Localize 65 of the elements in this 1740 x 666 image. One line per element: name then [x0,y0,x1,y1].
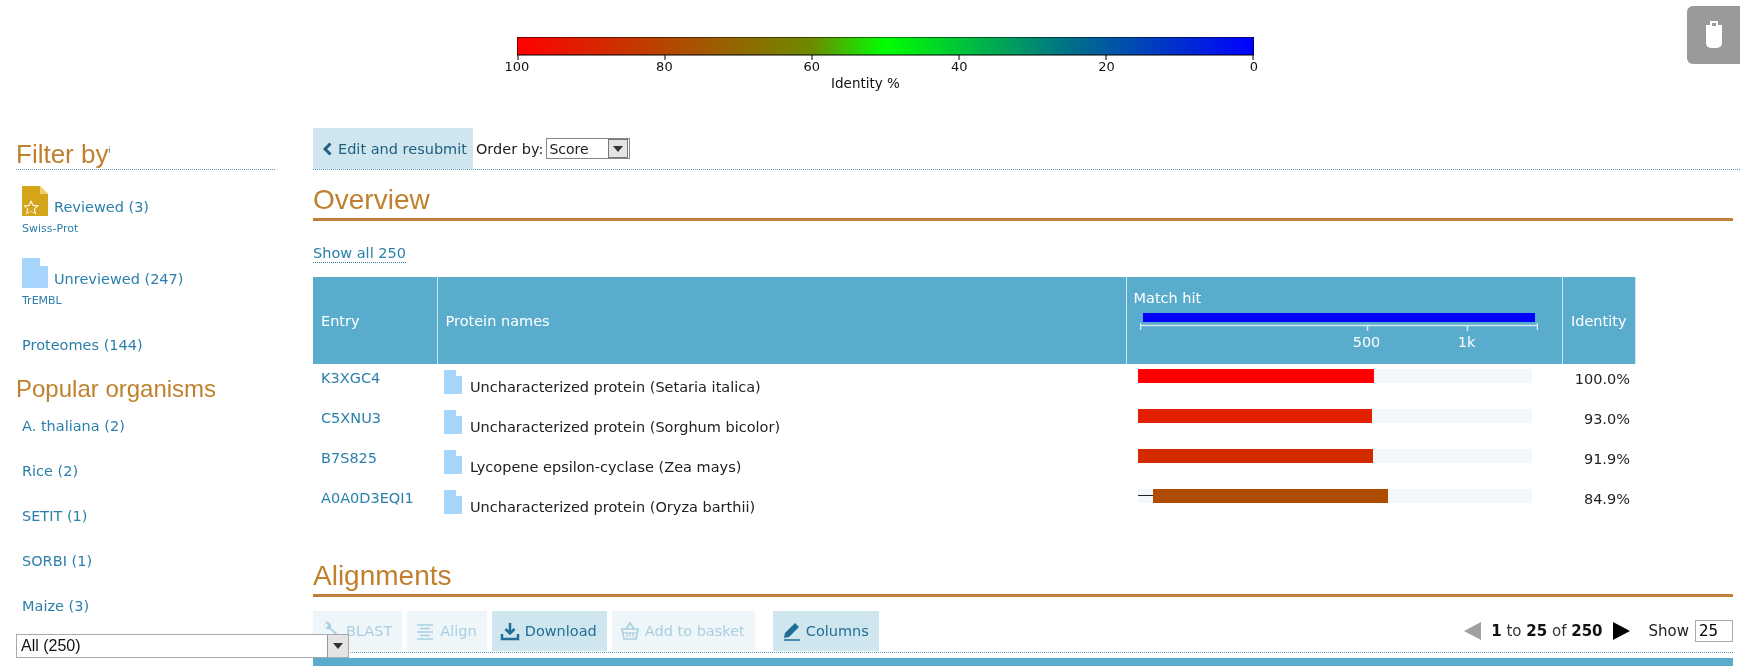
scale-label: 80 [656,59,673,74]
sidebar-heading: Filter by$^{i}$ [16,128,275,170]
scale-label: 20 [1098,59,1115,74]
entry-link[interactable]: A0A0D3EQI1 [321,489,414,507]
column-header: Protein names [437,277,1126,364]
column-title: Match hit [1133,289,1202,307]
protein-name: Uncharacterized protein (Setaria italica) [470,378,761,396]
organism-link[interactable]: Maize (3) [22,598,90,614]
identity-value: 100.0% [1574,371,1630,387]
chevron-left-icon [323,141,332,156]
show-label: Show [1648,622,1689,640]
protein-name: Lycopene epsilon-cyclase (Zea mays) [470,458,742,476]
filter-caption: TrEMBL [22,294,62,308]
triangle-right-icon [1610,621,1631,641]
lines-icon [415,621,436,641]
section-heading: Alignments [313,546,1733,597]
show-all-link[interactable]: Show all 250 [313,243,406,263]
filter-link[interactable]: Proteomes (144) [22,335,143,355]
column-header: Identity [1562,277,1635,364]
axis-label: 1k [1457,333,1476,351]
edit-resubmit-button[interactable]: Edit and resubmit [313,128,473,169]
organism-dropdown[interactable]: All (250) [16,634,349,658]
scale-label: 100 [504,59,530,74]
page-size-field[interactable]: 25 [1695,620,1733,642]
caret-icon [613,145,624,152]
document-icon [444,370,462,394]
organism-link[interactable]: SORBI (1) [22,553,93,569]
document-icon [444,410,462,434]
identity-value: 84.9% [1583,491,1630,507]
document-icon [22,258,48,288]
document-icon [444,490,462,514]
column-header: Entry [313,277,437,364]
identity-value: 93.0% [1583,411,1630,427]
document-icon [444,450,462,474]
triangle-left-icon [1463,621,1484,641]
entry-link[interactable]: K3XGC4 [321,369,381,387]
basket-icon [619,621,640,641]
scale-label: 0 [1249,59,1259,74]
download-icon [499,621,520,641]
organism-link[interactable]: Rice (2) [22,463,79,479]
filter-caption: Swiss-Prot [22,222,79,236]
action-button[interactable]: Columns [772,611,879,651]
entry-link[interactable]: C5XNU3 [321,409,381,427]
reviewed-document-icon [22,186,48,216]
side-tab[interactable] [1687,6,1740,64]
order-label: Order by: [475,140,544,157]
action-button[interactable]: Download [491,611,607,651]
caret-icon [333,643,343,649]
scale-label: 60 [803,59,821,74]
sidebar-heading: Popular organisms [16,374,217,404]
section-heading: Overview [313,170,1733,221]
entry-link[interactable]: B7S825 [321,449,378,467]
order-dropdown[interactable]: Score [546,138,631,159]
axis-label: 500 [1352,333,1381,351]
scale-title: Identity % [831,75,900,92]
organism-link[interactable]: SETIT (1) [22,508,88,524]
scale-label: 40 [950,59,968,74]
protein-name: Uncharacterized protein (Oryza barthii) [470,498,756,516]
next-page-button[interactable] [1610,621,1631,641]
organism-link[interactable]: A. thaliana (2) [22,418,125,434]
protein-name: Uncharacterized protein (Sorghum bicolor) [470,418,781,436]
filter-link[interactable]: Unreviewed (247) [54,270,184,288]
filter-link[interactable]: Reviewed (3) [54,198,149,216]
page-range: 1 to 25 of 250 [1491,622,1603,640]
identity-value: 91.9% [1583,451,1630,467]
